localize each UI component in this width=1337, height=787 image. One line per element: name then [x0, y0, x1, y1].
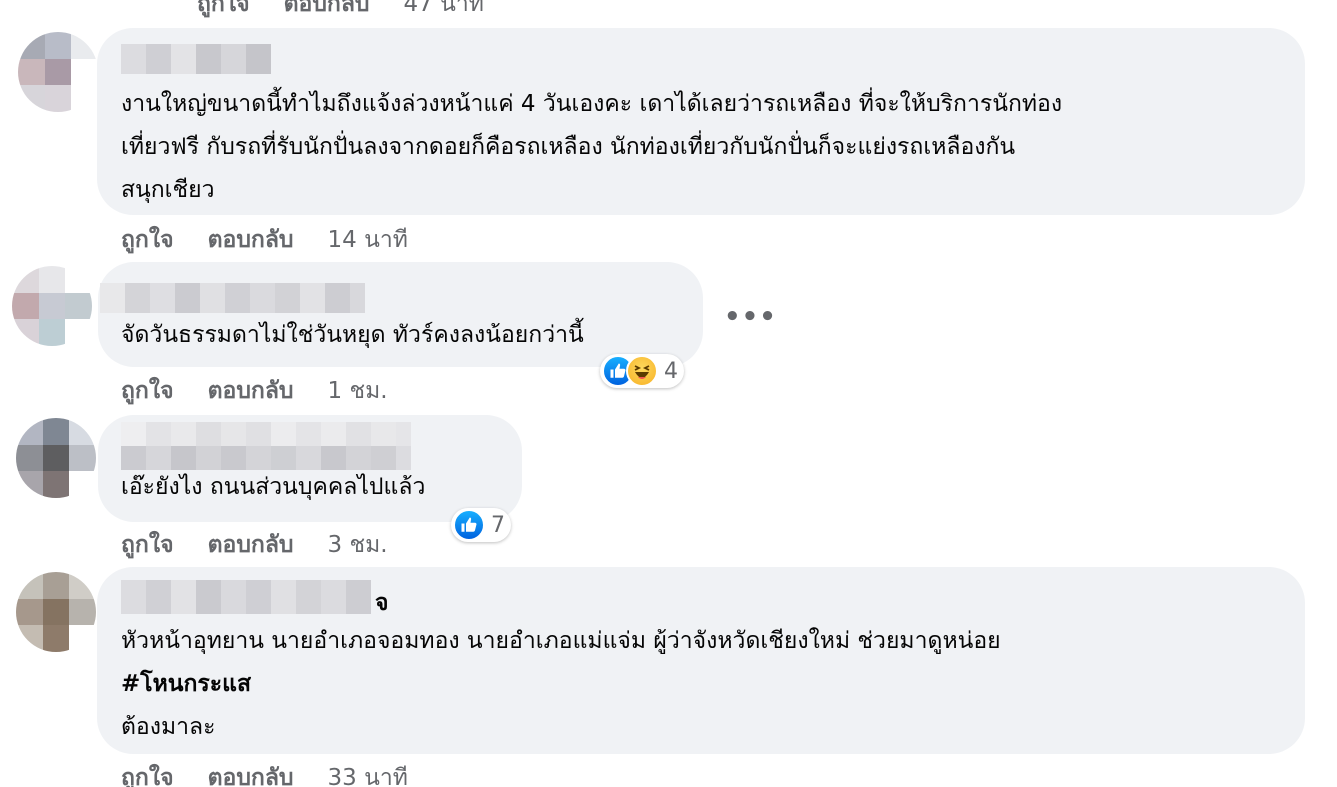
avatar[interactable]: [16, 418, 96, 498]
commenter-name[interactable]: [100, 283, 365, 313]
comment-timestamp[interactable]: 3 ชม.: [328, 527, 388, 563]
comment-line: จัดวันธรรมดาไม่ใช่วันหยุด ทัวร์คงลงน้อยก…: [121, 322, 584, 348]
reply-link[interactable]: ตอบกลับ: [208, 760, 294, 787]
reactions-summary[interactable]: 7: [451, 508, 511, 542]
hashtag-link[interactable]: #โหนกระแส: [121, 663, 1001, 706]
comment-line: ต้องมาละ: [121, 714, 216, 740]
comment-line: หัวหน้าอุทยาน นายอำเภอจอมทอง นายอำเภอแม่…: [121, 628, 1001, 654]
comment-text: งานใหญ่ขนาดนี้ทำไมถึงแจ้งล่วงหน้าแค่ 4 ว…: [121, 83, 1062, 212]
like-link[interactable]: ถูกใจ: [197, 0, 250, 22]
commenter-name[interactable]: [121, 422, 411, 470]
comment-line: เที่ยวฟรี กับรถที่รับนักปั่นลงจากดอยก็คื…: [121, 134, 1016, 160]
comment-line: งานใหญ่ขนาดนี้ทำไมถึงแจ้งล่วงหน้าแค่ 4 ว…: [121, 91, 1063, 117]
avatar[interactable]: [18, 32, 98, 112]
reaction-count: 7: [491, 512, 505, 538]
comment-actions: ถูกใจ ตอบกลับ 33 นาที: [121, 760, 408, 787]
avatar[interactable]: [16, 572, 96, 652]
reaction-count: 4: [664, 358, 678, 384]
comment-text: หัวหน้าอุทยาน นายอำเภอจอมทอง นายอำเภอแม่…: [121, 620, 1001, 749]
reply-link[interactable]: ตอบกลับ: [284, 0, 370, 22]
comment-timestamp[interactable]: 33 นาที: [328, 760, 408, 787]
comment-timestamp[interactable]: 14 นาที: [328, 222, 408, 258]
comment-actions: ถูกใจ ตอบกลับ 47 นาที: [197, 0, 484, 22]
like-link[interactable]: ถูกใจ: [121, 760, 174, 787]
comment-text: จัดวันธรรมดาไม่ใช่วันหยุด ทัวร์คงลงน้อยก…: [121, 314, 584, 357]
comment-timestamp[interactable]: 47 นาที: [404, 0, 484, 22]
comment-actions: ถูกใจ ตอบกลับ 1 ชม.: [121, 373, 388, 409]
commenter-name[interactable]: [121, 44, 271, 74]
commenter-name-tail: จ: [375, 590, 389, 616]
like-link[interactable]: ถูกใจ: [121, 373, 174, 409]
reply-link[interactable]: ตอบกลับ: [208, 527, 294, 563]
like-link[interactable]: ถูกใจ: [121, 222, 174, 258]
like-link[interactable]: ถูกใจ: [121, 527, 174, 563]
comment-line: สนุกเชียว: [121, 177, 215, 203]
like-reaction-icon: [453, 509, 485, 541]
comment-text: เอ๊ะยังไง ถนนส่วนบุคคลไปแล้ว: [121, 466, 425, 509]
reply-link[interactable]: ตอบกลับ: [208, 222, 294, 258]
comment-timestamp[interactable]: 1 ชม.: [328, 373, 388, 409]
comment-actions: ถูกใจ ตอบกลับ 14 นาที: [121, 222, 408, 258]
comment-actions: ถูกใจ ตอบกลับ 3 ชม.: [121, 527, 388, 563]
commenter-name[interactable]: จ: [121, 580, 389, 616]
avatar[interactable]: [12, 266, 92, 346]
haha-reaction-icon: [626, 355, 658, 387]
more-options-button[interactable]: •••: [724, 302, 777, 332]
comment-line: เอ๊ะยังไง ถนนส่วนบุคคลไปแล้ว: [121, 474, 426, 500]
reactions-summary[interactable]: 4: [600, 354, 684, 388]
reply-link[interactable]: ตอบกลับ: [208, 373, 294, 409]
